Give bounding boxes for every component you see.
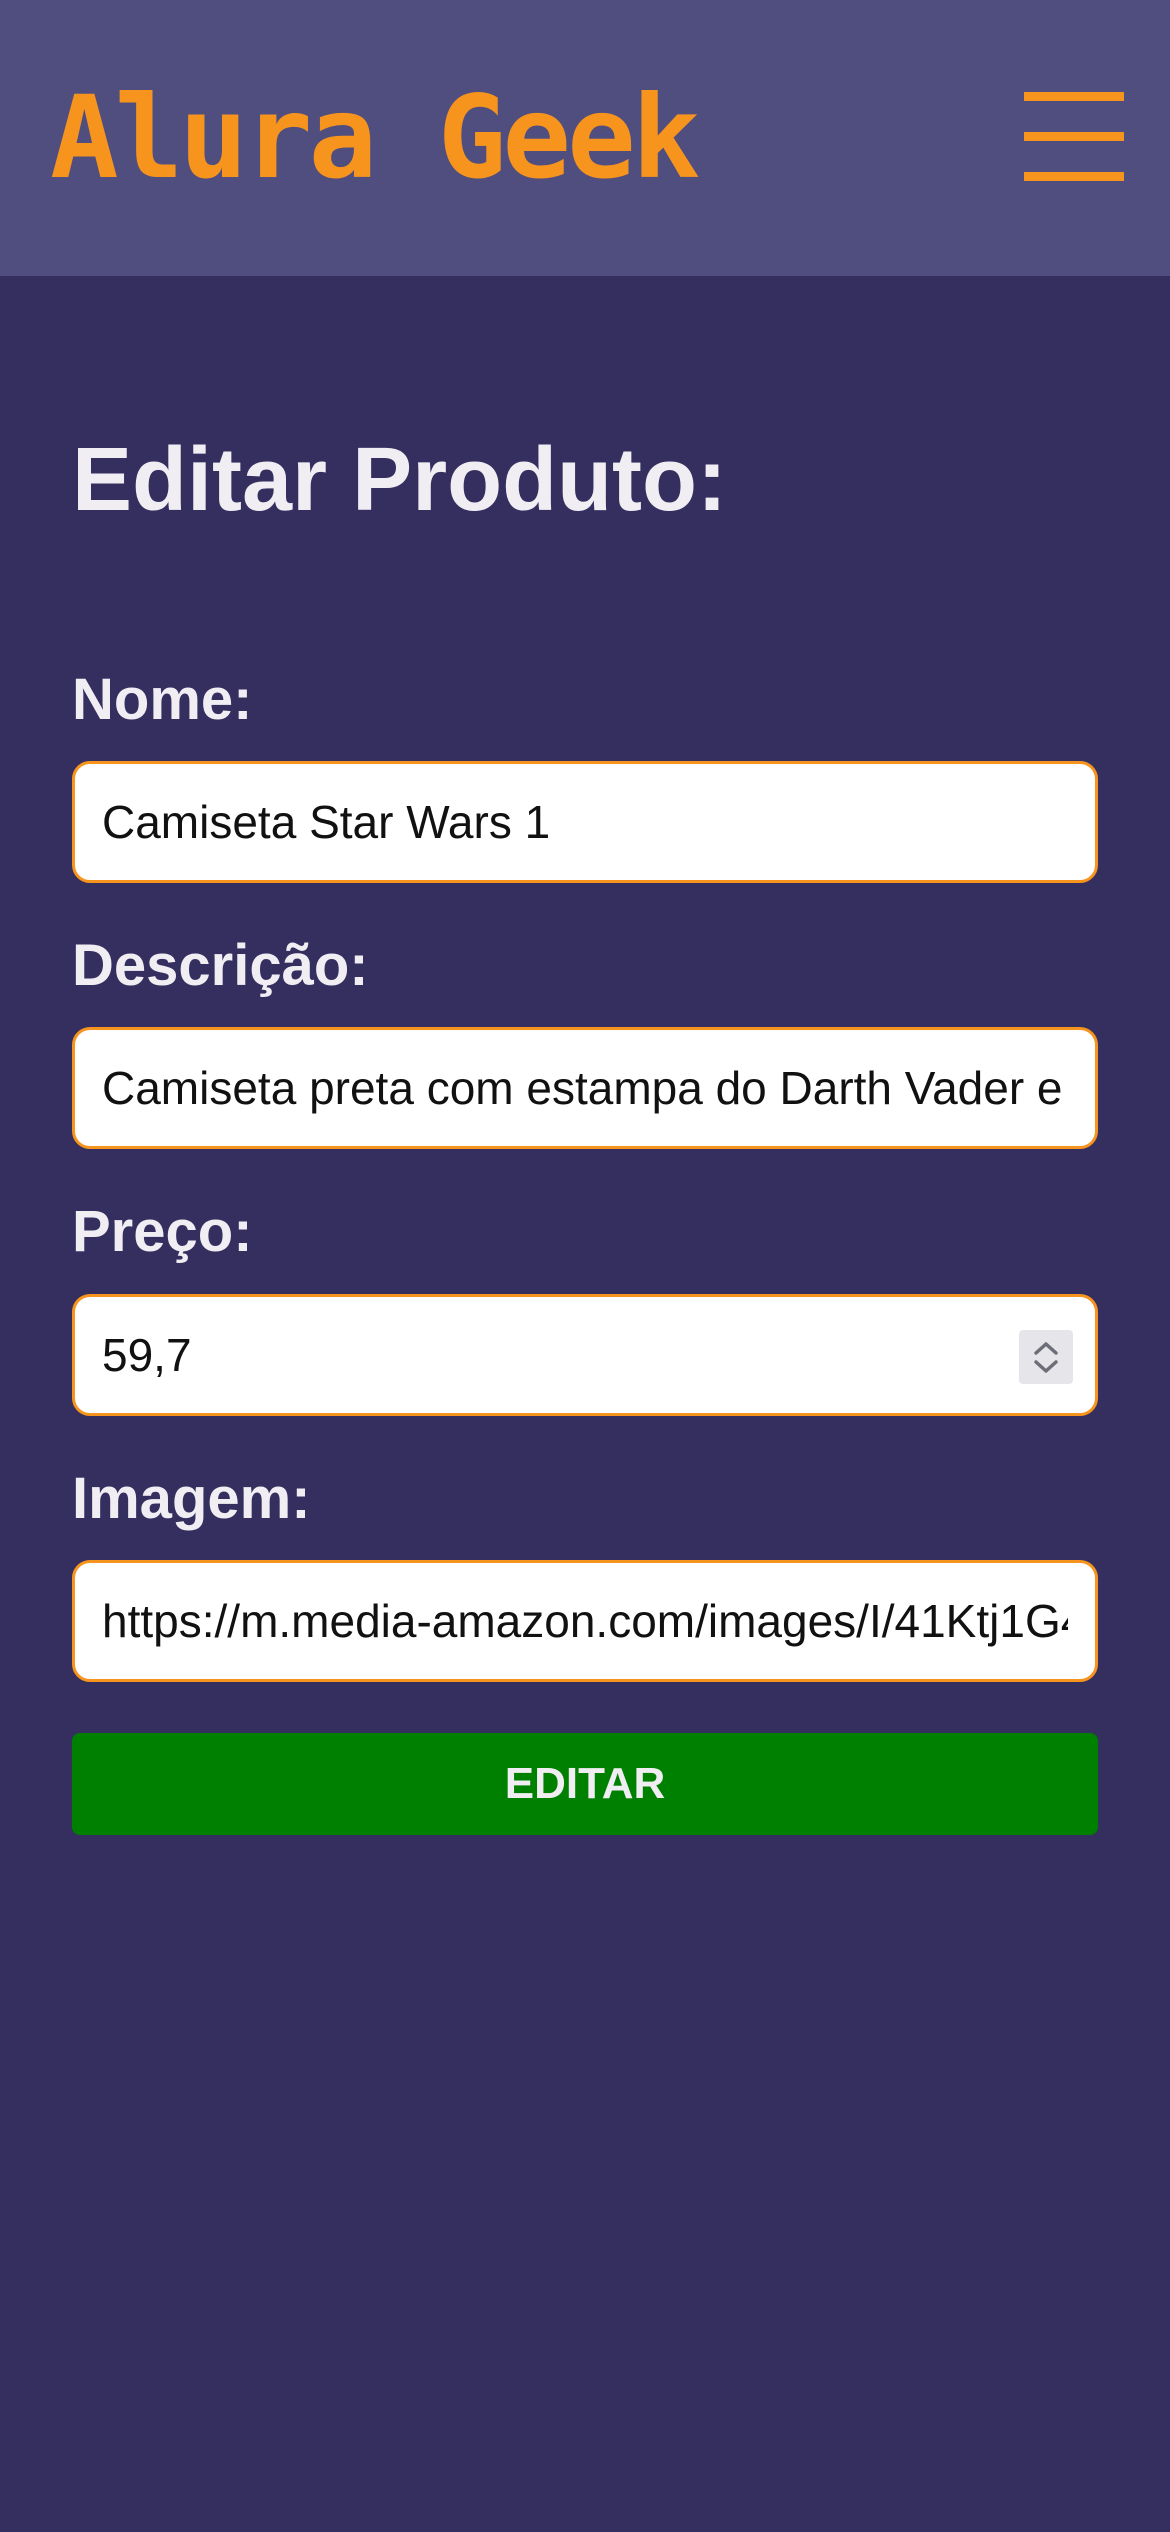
description-field[interactable] xyxy=(72,1027,1098,1149)
name-label: Nome: xyxy=(72,667,253,732)
app-header: Alura Geek xyxy=(0,0,1170,276)
chevron-up-down-icon xyxy=(1034,1342,1058,1373)
price-input[interactable] xyxy=(100,1297,985,1413)
description-input[interactable] xyxy=(100,1030,1070,1146)
image-url-input[interactable] xyxy=(100,1563,1070,1679)
brand-logo[interactable]: Alura Geek xyxy=(50,78,700,198)
menu-bar-top xyxy=(1024,92,1124,101)
name-field[interactable] xyxy=(72,761,1098,883)
description-label: Descrição: xyxy=(72,933,369,998)
hamburger-menu-icon[interactable] xyxy=(1024,92,1124,182)
price-field[interactable] xyxy=(72,1294,1098,1416)
image-label: Imagem: xyxy=(72,1466,311,1531)
edit-submit-button[interactable]: EDITAR xyxy=(72,1733,1098,1835)
number-stepper-icon[interactable] xyxy=(1019,1330,1073,1384)
page-title: Editar Produto: xyxy=(72,430,727,530)
menu-bar-middle xyxy=(1024,132,1124,141)
price-label: Preço: xyxy=(72,1199,253,1264)
name-input[interactable] xyxy=(100,764,1070,880)
menu-bar-bottom xyxy=(1024,172,1124,181)
image-url-field[interactable] xyxy=(72,1560,1098,1682)
